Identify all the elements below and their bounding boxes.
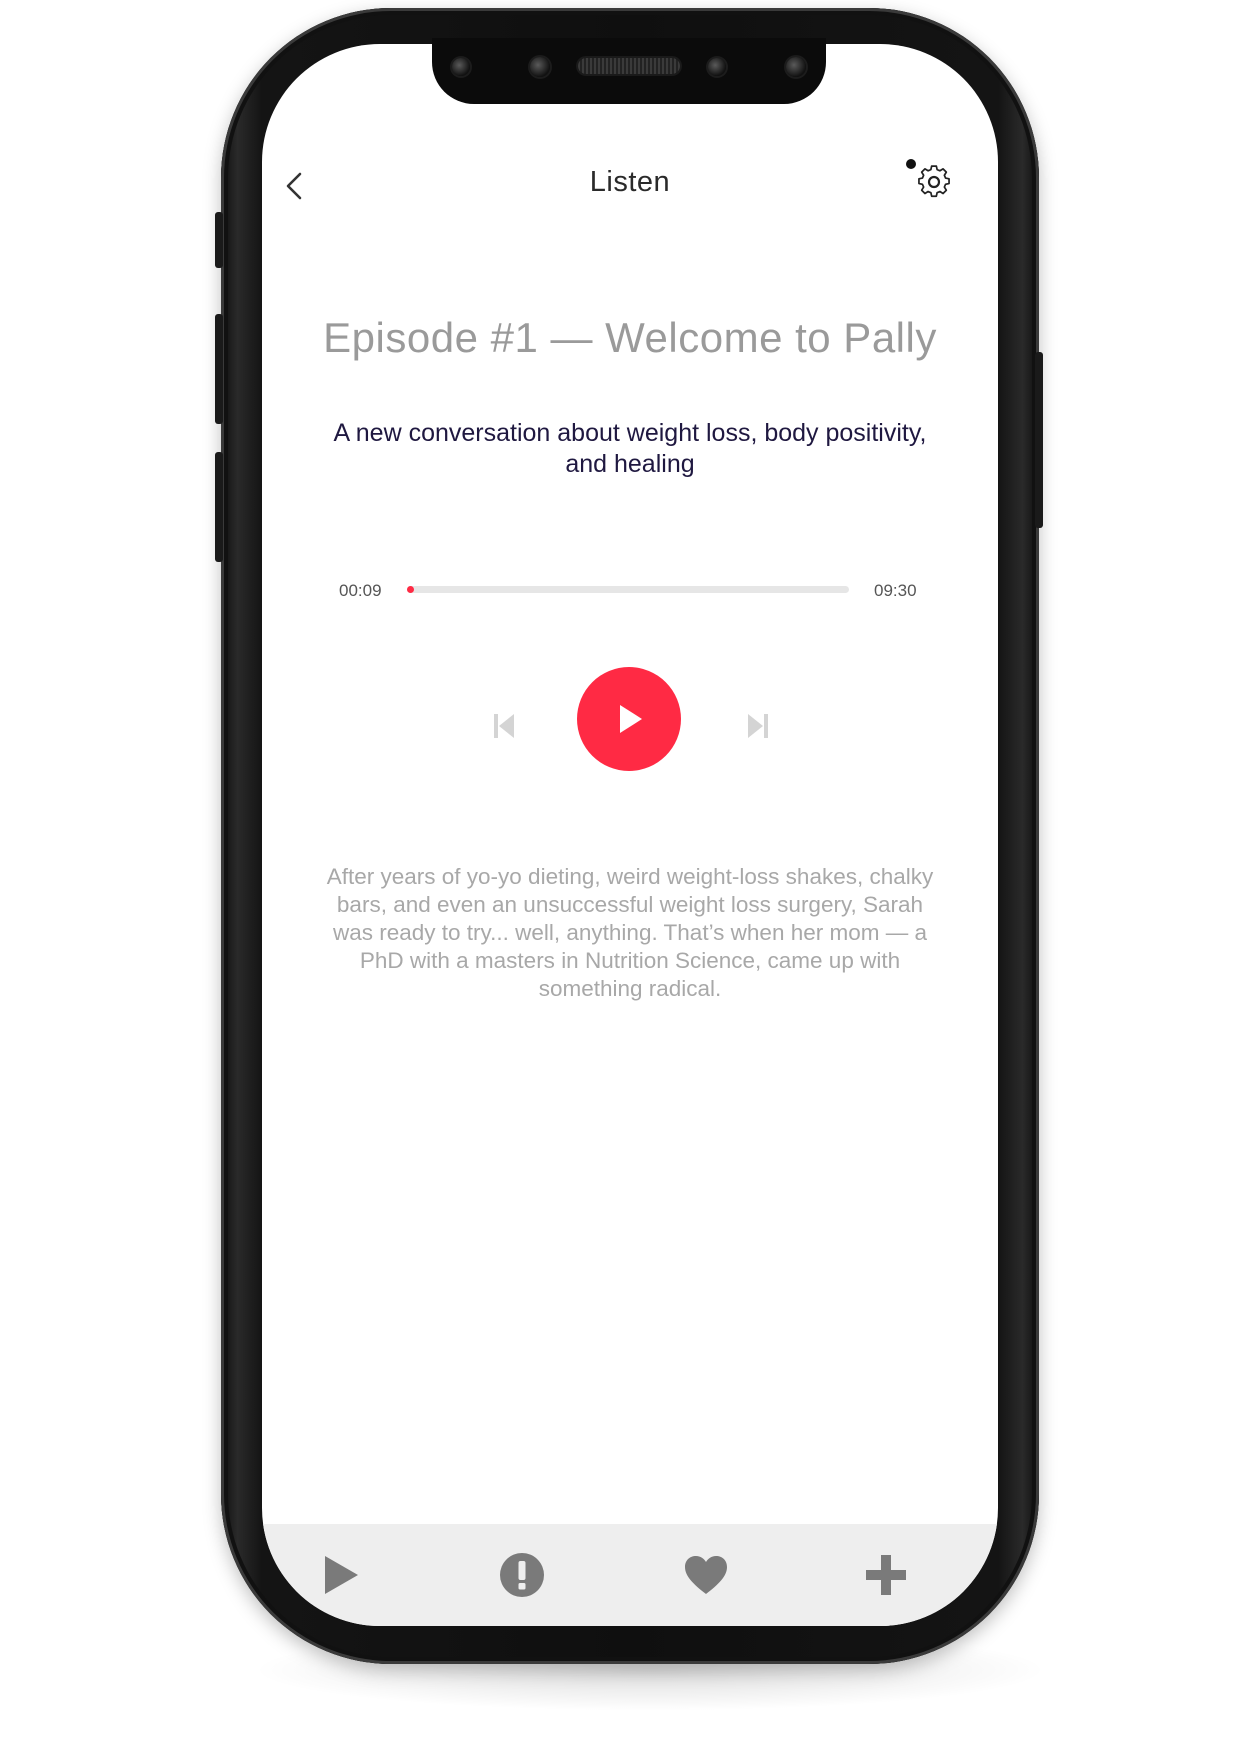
progress-slider[interactable] <box>407 586 849 593</box>
progress-fill <box>407 586 415 593</box>
alert-icon <box>500 1553 544 1597</box>
current-time: 00:09 <box>339 581 382 600</box>
heart-icon <box>685 1556 727 1594</box>
episode-subtitle: A new conversation about weight loss, bo… <box>333 419 927 478</box>
front-camera <box>708 58 726 76</box>
gear-icon[interactable] <box>902 156 956 206</box>
page-title: Listen <box>589 166 671 198</box>
mute-switch <box>215 212 223 268</box>
play-button[interactable] <box>577 667 681 771</box>
tab-favorites[interactable] <box>656 1524 756 1626</box>
front-sensor-3 <box>786 57 806 77</box>
play-icon <box>620 705 642 733</box>
power-button <box>1035 352 1043 528</box>
front-sensor-1 <box>452 58 470 76</box>
total-time: 09:30 <box>874 581 917 600</box>
app-screen: Listen Episode #1 — Welcome to Pally A n… <box>262 44 998 1626</box>
tab-alert[interactable] <box>472 1524 572 1626</box>
plus-icon <box>866 1555 906 1595</box>
episode-description: After years of yo-yo dieting, weird weig… <box>326 864 934 1001</box>
volume-up-button <box>215 314 223 424</box>
skip-forward-icon[interactable] <box>744 711 770 741</box>
tab-bar <box>262 1524 998 1626</box>
front-sensor-2 <box>530 57 550 77</box>
tab-add[interactable] <box>836 1524 936 1626</box>
episode-title: Episode #1 — Welcome to Pally <box>323 314 937 361</box>
play-icon <box>325 1556 358 1594</box>
earpiece-speaker <box>578 58 680 74</box>
volume-down-button <box>215 452 223 562</box>
device-stage: Listen Episode #1 — Welcome to Pally A n… <box>0 0 1254 1742</box>
tab-play[interactable] <box>291 1524 391 1626</box>
skip-back-icon[interactable] <box>492 711 518 741</box>
